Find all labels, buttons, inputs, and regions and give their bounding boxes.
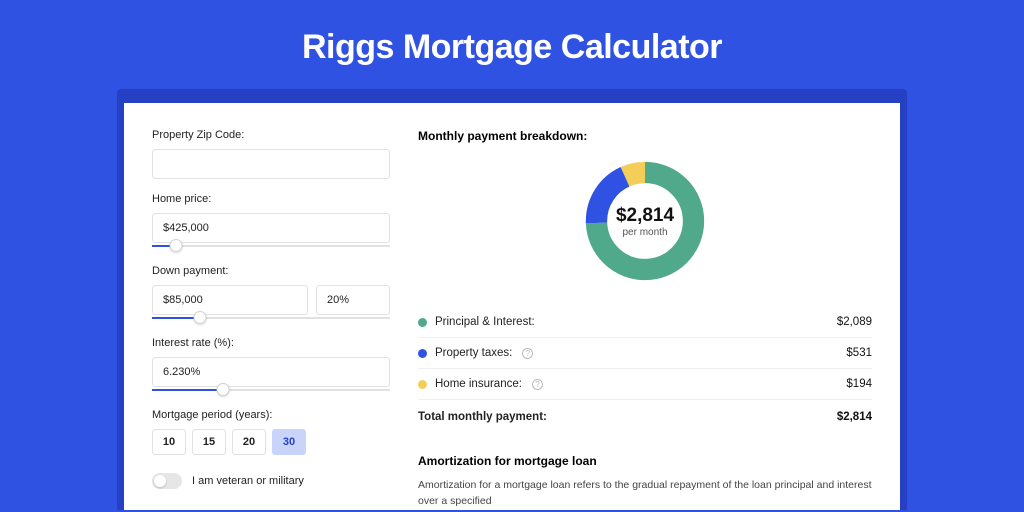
breakdown-row: Principal & Interest: $2,089 xyxy=(418,307,872,338)
veteran-toggle[interactable] xyxy=(152,473,182,489)
down-payment-field: Down payment: xyxy=(152,265,390,323)
page-title: Riggs Mortgage Calculator xyxy=(0,0,1024,89)
home-price-label: Home price: xyxy=(152,193,390,205)
period-btn-15[interactable]: 15 xyxy=(192,429,226,455)
down-payment-slider[interactable] xyxy=(152,313,390,323)
form-panel: Property Zip Code: Home price: Down paym… xyxy=(152,129,390,510)
donut-chart: $2,814 per month xyxy=(581,157,709,285)
breakdown-value: $2,089 xyxy=(837,316,872,328)
breakdown-panel: Monthly payment breakdown: $2,814 per mo… xyxy=(418,129,872,510)
breakdown-value: $194 xyxy=(846,378,872,390)
legend-dot xyxy=(418,349,427,358)
amortization-title: Amortization for mortgage loan xyxy=(418,454,872,468)
down-payment-amount-input[interactable] xyxy=(152,285,308,315)
breakdown-label: Home insurance: xyxy=(435,378,522,390)
period-label: Mortgage period (years): xyxy=(152,409,390,421)
veteran-row: I am veteran or military xyxy=(152,473,390,489)
breakdown-title: Monthly payment breakdown: xyxy=(418,129,872,143)
total-label: Total monthly payment: xyxy=(418,411,547,423)
interest-rate-slider[interactable] xyxy=(152,385,390,395)
info-icon[interactable]: ? xyxy=(532,379,543,390)
calculator-card: Property Zip Code: Home price: Down paym… xyxy=(124,103,900,510)
breakdown-row: Home insurance:? $194 xyxy=(418,369,872,400)
down-payment-label: Down payment: xyxy=(152,265,390,277)
legend-dot xyxy=(418,380,427,389)
period-field: Mortgage period (years): 10152030 xyxy=(152,409,390,455)
total-value: $2,814 xyxy=(837,411,872,423)
interest-rate-label: Interest rate (%): xyxy=(152,337,390,349)
breakdown-value: $531 xyxy=(846,347,872,359)
interest-rate-input[interactable] xyxy=(152,357,390,387)
home-price-field: Home price: xyxy=(152,193,390,251)
down-payment-pct-input[interactable] xyxy=(316,285,390,315)
amortization-text: Amortization for a mortgage loan refers … xyxy=(418,478,872,510)
period-btn-20[interactable]: 20 xyxy=(232,429,266,455)
total-row: Total monthly payment: $2,814 xyxy=(418,400,872,432)
period-btn-10[interactable]: 10 xyxy=(152,429,186,455)
interest-rate-field: Interest rate (%): xyxy=(152,337,390,395)
donut-amount: $2,814 xyxy=(616,205,674,227)
info-icon[interactable]: ? xyxy=(522,348,533,359)
card-shadow: Property Zip Code: Home price: Down paym… xyxy=(117,89,907,510)
zip-field: Property Zip Code: xyxy=(152,129,390,179)
legend-dot xyxy=(418,318,427,327)
zip-input[interactable] xyxy=(152,149,390,179)
veteran-label: I am veteran or military xyxy=(192,475,304,487)
breakdown-row: Property taxes:? $531 xyxy=(418,338,872,369)
home-price-input[interactable] xyxy=(152,213,390,243)
slider-thumb[interactable] xyxy=(217,383,230,396)
period-btn-30[interactable]: 30 xyxy=(272,429,306,455)
zip-label: Property Zip Code: xyxy=(152,129,390,141)
breakdown-label: Property taxes: xyxy=(435,347,512,359)
slider-thumb[interactable] xyxy=(169,239,182,252)
donut-sub: per month xyxy=(622,227,667,238)
home-price-slider[interactable] xyxy=(152,241,390,251)
amortization-block: Amortization for mortgage loan Amortizat… xyxy=(418,454,872,510)
donut-chart-wrap: $2,814 per month xyxy=(418,157,872,285)
breakdown-label: Principal & Interest: xyxy=(435,316,535,328)
slider-thumb[interactable] xyxy=(193,311,206,324)
